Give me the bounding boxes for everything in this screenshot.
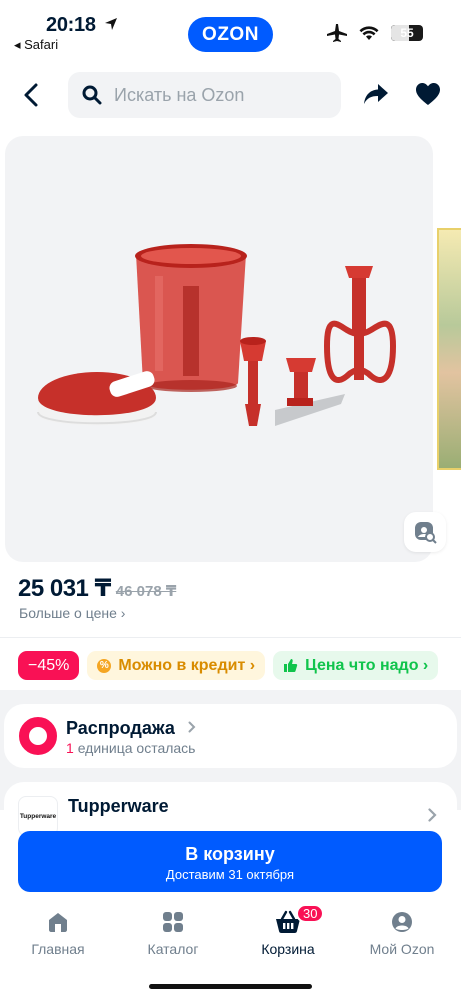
chevron-right-icon xyxy=(188,721,196,733)
brand-name: Tupperware xyxy=(68,796,169,816)
cart-count-badge: 30 xyxy=(296,904,325,923)
home-indicator xyxy=(149,984,312,989)
tab-cart-label: Корзина xyxy=(261,941,315,957)
sale-subtitle: 1 единица осталась xyxy=(66,740,195,756)
heart-icon[interactable] xyxy=(415,82,441,106)
product-image xyxy=(37,244,397,426)
old-price: 46 078 ₸ xyxy=(115,583,177,600)
delivery-date: Доставим 31 октября xyxy=(165,867,295,882)
battery-level: 55 xyxy=(400,26,414,40)
wifi-icon xyxy=(359,26,379,40)
add-to-cart-label: В корзину xyxy=(185,844,275,864)
thumbs-up-icon xyxy=(284,659,298,672)
catalog-grid-icon xyxy=(163,912,183,932)
clock: 20:18 xyxy=(46,14,96,36)
tab-catalog-label: Каталог xyxy=(147,941,199,957)
discount-badge: −45% xyxy=(18,651,80,680)
units-left-count: 1 xyxy=(66,740,74,756)
badges-row: −45% % Можно в кредит › Цена что надо › xyxy=(18,651,439,680)
chevron-right-icon xyxy=(428,808,437,822)
location-arrow-icon xyxy=(105,18,117,30)
airplane-icon xyxy=(327,24,347,42)
percent-icon: % xyxy=(97,658,112,673)
tab-my-ozon-label: Мой Ozon xyxy=(369,941,435,957)
sale-card[interactable]: Распродажа 1 единица осталась xyxy=(4,704,457,768)
header: Искать на Ozon xyxy=(0,70,461,122)
price-row: 25 031 ₸ 46 078 ₸ xyxy=(18,574,176,603)
product-image-gallery[interactable] xyxy=(5,136,433,562)
credit-label: Можно в кредит › xyxy=(118,656,256,674)
battery-icon: 55 xyxy=(391,25,423,41)
more-about-price-link[interactable]: Больше о цене › xyxy=(19,605,125,621)
back-to-safari-link[interactable]: ◂ Safari xyxy=(14,37,58,53)
sale-title: Распродажа xyxy=(66,718,175,738)
units-left-text: единица осталась xyxy=(77,740,196,756)
divider xyxy=(0,637,461,638)
tab-home-label: Главная xyxy=(31,941,85,957)
back-arrow-icon[interactable] xyxy=(20,82,44,108)
find-similar-button[interactable] xyxy=(404,512,446,552)
search-icon xyxy=(82,85,102,105)
next-image-frame xyxy=(437,228,461,470)
share-icon[interactable] xyxy=(362,82,390,106)
credit-badge[interactable]: % Можно в кредит › xyxy=(87,651,266,680)
tab-cart[interactable]: 30 Корзина xyxy=(238,904,338,957)
search-input[interactable]: Искать на Ozon xyxy=(68,72,341,118)
tab-catalog[interactable]: Каталог xyxy=(123,908,223,957)
search-placeholder: Искать на Ozon xyxy=(114,84,245,105)
add-to-cart-button[interactable]: В корзину Доставим 31 октября xyxy=(18,831,442,892)
home-icon xyxy=(49,913,67,932)
status-icons: 55 xyxy=(327,24,423,42)
fair-price-label: Цена что надо › xyxy=(305,656,429,674)
status-bar: 20:18 ◂ Safari OZON 55 xyxy=(0,0,461,60)
sale-ring-icon xyxy=(19,717,57,755)
ozon-logo: OZON xyxy=(188,17,273,52)
brand-logo: Tupperware xyxy=(18,796,58,836)
fair-price-badge[interactable]: Цена что надо › xyxy=(273,651,439,680)
tab-home[interactable]: Главная xyxy=(8,908,108,957)
visual-search-icon xyxy=(415,522,437,544)
profile-icon xyxy=(392,912,412,932)
discount-label: −45% xyxy=(28,656,70,674)
current-price: 25 031 ₸ xyxy=(18,575,111,602)
tab-my-ozon[interactable]: Мой Ozon xyxy=(352,908,452,957)
